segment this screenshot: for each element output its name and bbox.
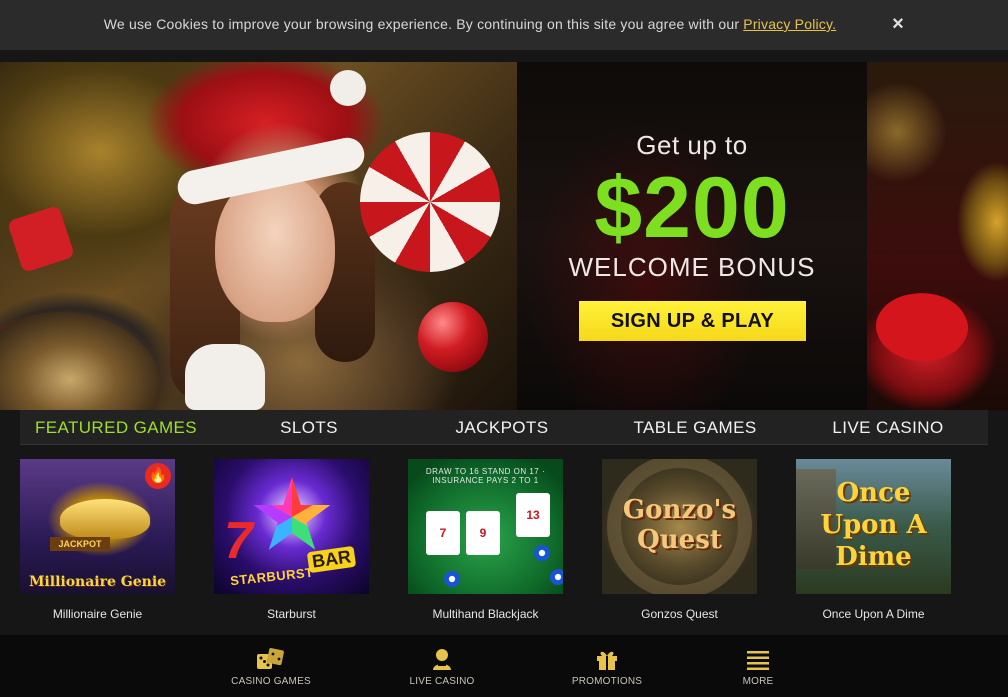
jackpot-badge: JACKPOT [50, 537, 110, 551]
playing-card: 9 [466, 511, 500, 555]
cookie-text: We use Cookies to improve your browsing … [103, 16, 744, 32]
playing-card: 7 [426, 511, 460, 555]
cookie-close-button[interactable]: × [889, 14, 907, 34]
game-card-multihand-blackjack[interactable]: DRAW TO 16 STAND ON 17 · INSURANCE PAYS … [408, 459, 563, 621]
hero-banner: Get up to $200 WELCOME BONUS SIGN UP & P… [0, 62, 1008, 410]
glove-image [185, 344, 265, 410]
game-thumbnail[interactable]: 7 BAR STARBURST [214, 459, 369, 594]
promo-amount: $200 [594, 160, 790, 256]
dice-icon [257, 648, 284, 669]
seven-symbol: 7 [224, 512, 253, 570]
bar-symbol: BAR [306, 545, 357, 574]
playing-card: 13 [516, 493, 550, 537]
ornament-ball-image [418, 302, 488, 372]
game-card-millionaire-genie[interactable]: JACKPOT 🔥 Millionaire Genie Millionaire … [20, 459, 175, 621]
game-logo-text: Millionaire Genie [28, 574, 167, 590]
tab-jackpots[interactable]: JACKPOTS [406, 410, 598, 445]
sign-up-play-button[interactable]: SIGN UP & PLAY [579, 301, 806, 341]
bottom-navigation: CASINO GAMES LIVE CASINO PROMOTIONS MORE [0, 635, 1008, 697]
tab-featured-games[interactable]: FEATURED GAMES [20, 410, 212, 445]
hero-image-santa-girl [0, 62, 517, 410]
game-category-tabs: FEATURED GAMES SLOTS JACKPOTS TABLE GAME… [20, 410, 988, 445]
game-thumbnail[interactable]: Gonzo's Quest [602, 459, 757, 594]
chip-icon [444, 571, 460, 587]
nav-casino-games[interactable]: CASINO GAMES [222, 635, 320, 697]
dice-image [6, 204, 76, 274]
game-title[interactable]: Once Upon A Dime [796, 607, 951, 621]
nav-label: CASINO GAMES [231, 676, 311, 687]
game-title[interactable]: Millionaire Genie [20, 607, 175, 621]
roulette-wheel-image [0, 312, 160, 410]
promo-subtitle: Get up to [636, 130, 748, 160]
game-thumbnail[interactable]: JACKPOT 🔥 Millionaire Genie [20, 459, 175, 594]
game-thumbnail[interactable]: DRAW TO 16 STAND ON 17 · INSURANCE PAYS … [408, 459, 563, 594]
game-thumbnail[interactable]: Once Upon A Dime [796, 459, 951, 594]
candy-cane-image [360, 132, 500, 272]
game-title[interactable]: Multihand Blackjack [408, 607, 563, 621]
game-card-gonzos-quest[interactable]: Gonzo's Quest Gonzos Quest [602, 459, 757, 621]
chip-icon [550, 569, 563, 585]
game-card-once-upon-a-dime[interactable]: Once Upon A Dime Once Upon A Dime [796, 459, 951, 621]
game-title[interactable]: Gonzos Quest [602, 607, 757, 621]
promo-bonus-text: WELCOME BONUS [568, 252, 816, 282]
gift-icon [597, 651, 617, 670]
tab-slots[interactable]: SLOTS [212, 410, 406, 445]
nav-label: MORE [742, 676, 774, 687]
menu-icon [747, 651, 769, 670]
flame-icon: 🔥 [145, 463, 171, 489]
santa-hat-pom-image [330, 70, 366, 106]
gift-bow-image [869, 281, 975, 373]
nav-label: PROMOTIONS [571, 676, 643, 687]
cookie-message: We use Cookies to improve your browsing … [0, 16, 940, 32]
cookie-banner: We use Cookies to improve your browsing … [0, 0, 1008, 50]
privacy-policy-link[interactable]: Privacy Policy. [743, 16, 836, 32]
genie-lamp-image [60, 499, 150, 539]
nav-more[interactable]: MORE [728, 635, 788, 697]
table-felt-text: DRAW TO 16 STAND ON 17 · INSURANCE PAYS … [425, 467, 546, 485]
dealer-icon [433, 649, 451, 670]
game-title[interactable]: Starburst [214, 607, 369, 621]
nav-promotions[interactable]: PROMOTIONS [567, 635, 647, 697]
nav-label: LIVE CASINO [409, 676, 475, 687]
nav-live-casino[interactable]: LIVE CASINO [402, 635, 482, 697]
tab-table-games[interactable]: TABLE GAMES [598, 410, 792, 445]
game-card-starburst[interactable]: 7 BAR STARBURST Starburst [214, 459, 369, 621]
hero-image-gifts [867, 62, 1008, 410]
starburst-star-image [253, 477, 331, 550]
tab-live-casino[interactable]: LIVE CASINO [792, 410, 984, 445]
game-logo-text: Once Upon A Dime [820, 478, 927, 572]
chip-icon [534, 545, 550, 561]
game-logo-text: Gonzo's Quest [622, 495, 737, 555]
